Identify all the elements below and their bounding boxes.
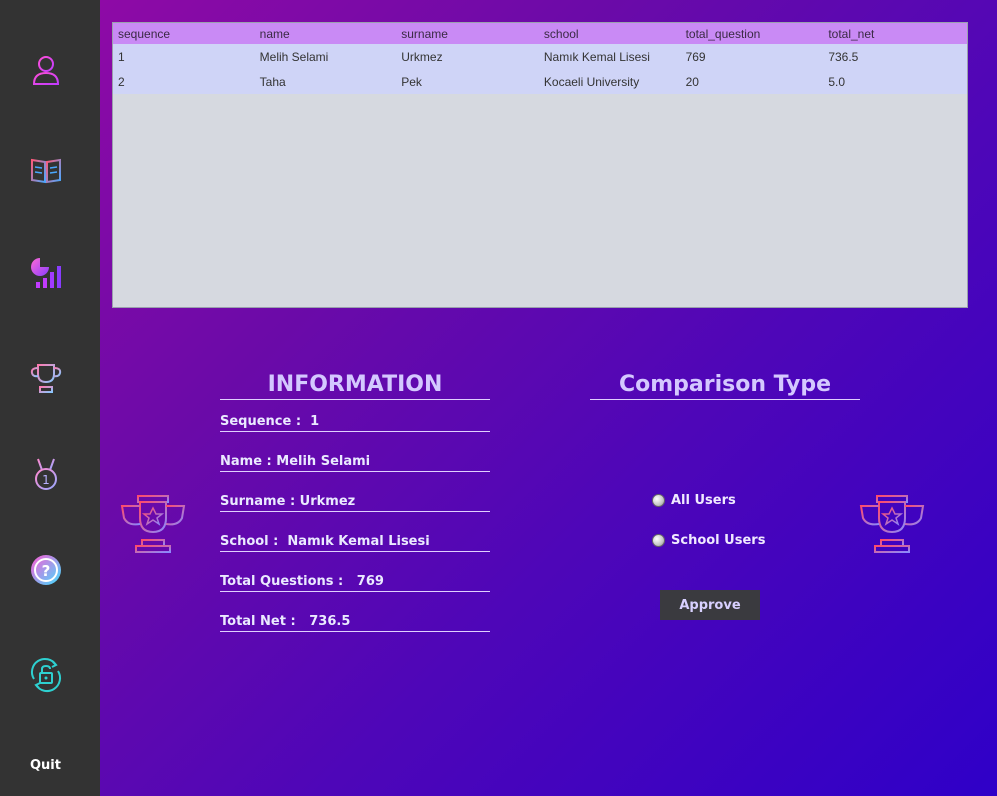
table-cell: 2 [118, 74, 125, 89]
table-header-row: sequence name surname school total_quest… [113, 23, 967, 44]
table-cell: Pek [401, 74, 422, 89]
table-cell: Namık Kemal Lisesi [543, 49, 650, 64]
trophy-icon[interactable] [26, 358, 66, 398]
table-cell: 20 [685, 74, 699, 89]
stats-icon[interactable] [26, 252, 66, 292]
svg-text:1: 1 [42, 473, 50, 487]
radio-all-users[interactable]: All Users [652, 493, 736, 508]
table-row[interactable]: 1 Melih Selami Urkmez Namık Kemal Lisesi… [113, 44, 967, 69]
info-total-net: Total Net : 736.5 [220, 610, 490, 632]
table-cell: 1 [118, 49, 125, 64]
table-cell: 5.0 [828, 74, 845, 89]
table-cell: Urkmez [401, 49, 443, 64]
main-panel: sequence name surname school total_quest… [100, 0, 997, 796]
radio-label: School Users [671, 533, 766, 548]
book-icon[interactable] [26, 150, 66, 190]
table-cell: Melih Selami [259, 49, 329, 64]
column-header[interactable]: sequence [113, 23, 255, 44]
trophy-left-icon [118, 492, 188, 556]
trophy-right-icon [857, 492, 927, 556]
radio-button[interactable] [652, 534, 665, 547]
column-header[interactable]: name [255, 23, 397, 44]
user-icon[interactable] [26, 50, 66, 90]
radio-school-users[interactable]: School Users [652, 533, 765, 548]
info-sequence: Sequence : 1 [220, 410, 490, 432]
comparison-type-title: Comparison Type [590, 372, 860, 400]
info-total-questions: Total Questions : 769 [220, 570, 490, 592]
table-cell: 736.5 [828, 49, 859, 64]
lock-icon[interactable] [26, 655, 66, 695]
column-header[interactable]: surname [396, 23, 539, 44]
table-cell: 769 [685, 49, 706, 64]
table-cell: Kocaeli University [543, 74, 640, 89]
info-name: Name : Melih Selami [220, 450, 490, 472]
results-table[interactable]: sequence name surname school total_quest… [112, 22, 968, 308]
column-header[interactable]: total_net [823, 23, 967, 44]
svg-text:?: ? [42, 562, 51, 580]
info-surname: Surname : Urkmez [220, 490, 490, 512]
table-row[interactable]: 2 Taha Pek Kocaeli University 20 5.0 [113, 69, 967, 94]
medal-icon[interactable]: 1 [26, 454, 66, 494]
table-cell: Taha [259, 74, 286, 89]
information-title: INFORMATION [220, 372, 490, 400]
info-school: School : Namık Kemal Lisesi [220, 530, 490, 552]
column-header[interactable]: school [539, 23, 681, 44]
approve-button[interactable]: Approve [660, 590, 760, 620]
sidebar: 1 ? Quit [0, 0, 100, 796]
radio-label: All Users [671, 493, 736, 508]
radio-button[interactable] [652, 494, 665, 507]
help-icon[interactable]: ? [26, 550, 66, 590]
quit-button[interactable]: Quit [30, 758, 61, 773]
column-header[interactable]: total_question [681, 23, 824, 44]
